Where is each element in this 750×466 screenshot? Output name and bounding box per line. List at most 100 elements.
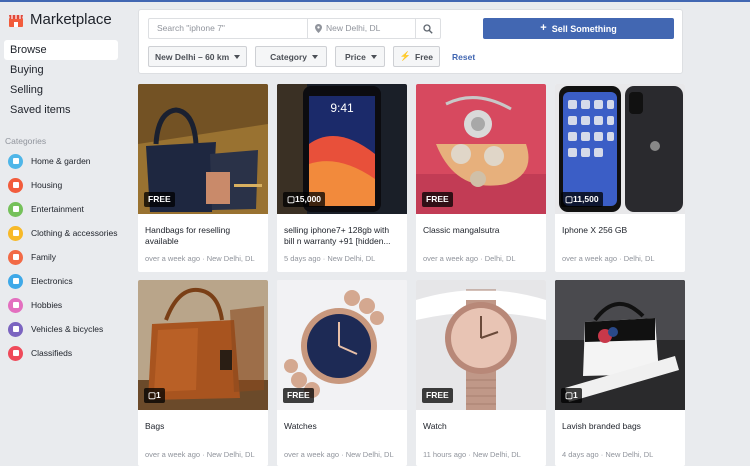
price-badge: FREE: [422, 192, 453, 207]
listing-meta: 4 days ago · New Delhi, DL: [562, 450, 654, 459]
category-label: Vehicles & bicycles: [31, 324, 104, 334]
category-label: Housing: [31, 180, 63, 190]
price-badge: FREE: [283, 388, 314, 403]
price-badge: FREE: [144, 192, 175, 207]
listing-card[interactable]: FREE Handbags for reselling available ov…: [138, 84, 268, 272]
plus-icon: +: [540, 22, 547, 34]
location-input[interactable]: New Delhi, DL: [308, 19, 416, 38]
location-pin-icon: [315, 24, 322, 33]
listing-photo: FREE: [138, 84, 268, 214]
category-vehicles-bicycles[interactable]: Vehicles & bicycles: [8, 317, 124, 341]
listing-meta: 11 hours ago · New Delhi, DL: [423, 450, 521, 459]
chevron-down-icon: [370, 54, 377, 59]
nav-item-saved-items[interactable]: Saved items: [4, 100, 118, 120]
listing-meta: over a week ago · Delhi, DL: [423, 254, 516, 263]
filter-label: New Delhi – 60 km: [155, 51, 230, 62]
sidebar-nav: Browse Buying Selling Saved items: [4, 40, 118, 120]
filter-bar: New Delhi – 60 km Category Price ⚡ Free …: [148, 46, 475, 67]
categories-heading: Categories: [5, 136, 47, 146]
category-housing[interactable]: Housing: [8, 173, 124, 197]
price-badge: ▢1: [561, 388, 582, 403]
listing-title: Lavish branded bags: [562, 421, 641, 431]
category-label: Hobbies: [31, 300, 63, 310]
price-value: 1: [573, 390, 578, 400]
listing-title: Iphone X 256 GB: [562, 225, 628, 235]
search-bar: Search "iphone 7" New Delhi, DL: [148, 18, 441, 39]
listing-card[interactable]: ▢11,500 Iphone X 256 GB over a week ago …: [555, 84, 685, 272]
listing-title: Bags: [145, 421, 165, 431]
filter-label: Free: [415, 51, 433, 62]
page-title: Marketplace: [30, 11, 112, 28]
price-badge: ▢15,000: [283, 192, 326, 207]
price-badge: ▢1: [144, 388, 165, 403]
price-tag-icon: ▢: [287, 194, 296, 204]
filter-label: Price: [345, 51, 366, 62]
listing-card[interactable]: FREE Classic mangalsutra over a week ago…: [416, 84, 546, 272]
category-list: Home & garden Housing Entertainment Clot…: [8, 149, 124, 365]
tag-icon: [8, 345, 23, 361]
search-input[interactable]: Search "iphone 7": [149, 19, 308, 38]
category-electronics[interactable]: Electronics: [8, 269, 124, 293]
price-tag-icon: ▢: [565, 390, 574, 400]
price-badge: ▢11,500: [561, 192, 603, 207]
listing-card[interactable]: 9:41 ▢15,000 selling iphone7+ 128gb with…: [277, 84, 407, 272]
listing-title: selling iphone7+ 128gb with bill n warra…: [284, 225, 391, 246]
price-value: 11,500: [573, 194, 599, 204]
listing-card[interactable]: FREE Watch 11 hours ago · New Delhi, DL: [416, 280, 546, 466]
category-hobbies[interactable]: Hobbies: [8, 293, 124, 317]
listing-meta: over a week ago · New Delhi, DL: [284, 450, 394, 459]
listing-title: Handbags for reselling available: [145, 225, 231, 246]
category-entertainment[interactable]: Entertainment: [8, 197, 124, 221]
category-home-garden[interactable]: Home & garden: [8, 149, 124, 173]
listing-photo: FREE: [416, 280, 546, 410]
price-badge: FREE: [422, 388, 453, 403]
chevron-down-icon: [234, 54, 241, 59]
category-label: Electronics: [31, 276, 73, 286]
listing-card[interactable]: ▢1 Lavish branded bags 4 days ago · New …: [555, 280, 685, 466]
listing-photo: FREE: [416, 84, 546, 214]
category-classifieds[interactable]: Classifieds: [8, 341, 124, 365]
sell-label: Sell Something: [551, 23, 617, 34]
category-label: Family: [31, 252, 57, 262]
category-label: Home & garden: [31, 156, 91, 166]
category-label: Clothing & accessories: [31, 228, 118, 238]
listing-meta: over a week ago · New Delhi, DL: [145, 254, 255, 263]
brand[interactable]: Marketplace: [8, 11, 112, 28]
category-clothing-accessories[interactable]: Clothing & accessories: [8, 221, 124, 245]
listing-photo: ▢11,500: [555, 84, 685, 214]
listing-photo: ▢1: [555, 280, 685, 410]
location-radius-filter[interactable]: New Delhi – 60 km: [148, 46, 248, 67]
monitor-icon: [8, 273, 23, 289]
listing-photo: 9:41 ▢15,000: [277, 84, 407, 214]
search-filter-panel: Search "iphone 7" New Delhi, DL + Sell S…: [138, 9, 683, 74]
filter-label: Category: [270, 51, 308, 62]
listing-card[interactable]: ▢1 Bags over a week ago · New Delhi, DL: [138, 280, 268, 466]
palette-icon: [8, 297, 23, 313]
listing-title: Watch: [423, 421, 447, 431]
reset-filters-link[interactable]: Reset: [452, 52, 475, 62]
category-filter[interactable]: Category: [255, 46, 328, 67]
chevron-down-icon: [312, 54, 319, 59]
price-filter[interactable]: Price: [335, 46, 385, 67]
gamepad-icon: [8, 201, 23, 217]
listing-photo: FREE: [277, 280, 407, 410]
car-icon: [8, 321, 23, 337]
free-filter[interactable]: ⚡ Free: [392, 46, 440, 67]
listing-meta: over a week ago · New Delhi, DL: [145, 450, 255, 459]
price-tag-icon: ▢: [565, 194, 574, 204]
listing-card[interactable]: FREE Watches over a week ago · New Delhi…: [277, 280, 407, 466]
category-family[interactable]: Family: [8, 245, 124, 269]
listing-title: Classic mangalsutra: [423, 225, 500, 235]
nav-item-buying[interactable]: Buying: [4, 60, 118, 80]
listing-title: Watches: [284, 421, 317, 431]
listing-photo: ▢1: [138, 280, 268, 410]
nav-item-browse[interactable]: Browse: [4, 40, 118, 60]
shirt-icon: [8, 225, 23, 241]
search-button[interactable]: [416, 19, 440, 38]
category-label: Entertainment: [31, 204, 84, 214]
location-placeholder: New Delhi, DL: [326, 23, 381, 33]
listing-grid: FREE Handbags for reselling available ov…: [138, 84, 685, 466]
search-icon: [423, 23, 433, 34]
sell-something-button[interactable]: + Sell Something: [483, 18, 674, 39]
nav-item-selling[interactable]: Selling: [4, 80, 118, 100]
